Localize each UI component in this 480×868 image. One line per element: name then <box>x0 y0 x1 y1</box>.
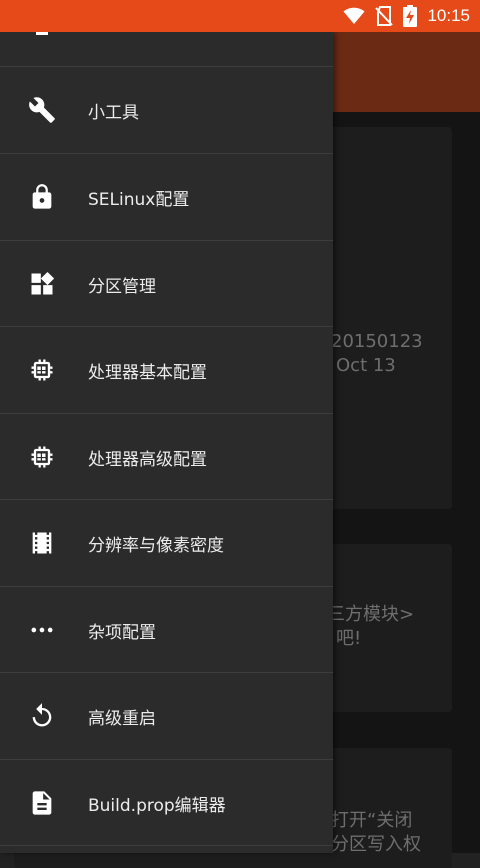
drawer-item-reboot[interactable]: 高级重启 <box>0 673 333 759</box>
wrench-icon <box>28 96 56 124</box>
drawer-item-cpu-basic[interactable]: 处理器基本配置 <box>0 327 333 413</box>
widgets-icon <box>28 270 56 298</box>
card-text-line: 20150123 <box>331 331 423 352</box>
film-icon <box>28 529 56 557</box>
drawer-item-cpu-advanced[interactable]: 处理器高级配置 <box>0 414 333 500</box>
card-text-line: 分区写入权 <box>331 834 421 855</box>
drawer-item-misc[interactable]: 杂项配置 <box>0 587 333 673</box>
drawer-item-partial[interactable] <box>0 32 333 66</box>
chip-icon <box>28 356 56 384</box>
chip-icon <box>28 443 56 471</box>
battery-charging-icon <box>403 5 418 27</box>
card-text-line: 打开“关闭 <box>331 810 413 831</box>
drawer-item-label: 杂项配置 <box>88 622 156 643</box>
drawer-item-partitions[interactable]: 分区管理 <box>0 241 333 327</box>
status-time: 10:15 <box>427 6 470 25</box>
drawer-item-label: 分辨率与像素密度 <box>88 535 224 556</box>
no-sim-icon <box>375 6 394 26</box>
wifi-icon <box>343 7 365 25</box>
drawer-item-label: 处理器高级配置 <box>88 449 207 470</box>
drawer-item-resolution[interactable]: 分辨率与像素密度 <box>0 500 333 586</box>
drawer-item-label: Build.prop编辑器 <box>88 795 226 816</box>
restart-icon <box>28 702 56 730</box>
card-text-line: 三方模块> <box>327 604 415 625</box>
drawer-item-label: SELinux配置 <box>88 189 190 210</box>
drawer-item-label: 处理器基本配置 <box>88 362 207 383</box>
drawer-item-buildprop[interactable]: Build.prop编辑器 <box>0 760 333 846</box>
drawer-item-label: 高级重启 <box>88 708 156 729</box>
drawer-item-tools[interactable]: 小工具 <box>0 67 333 153</box>
status-icons: 10:15 <box>343 0 470 32</box>
card-text-line: Oct 13 <box>336 355 396 376</box>
divider <box>0 845 333 846</box>
drawer-item-selinux[interactable]: SELinux配置 <box>0 154 333 240</box>
document-icon <box>28 789 56 817</box>
card-text-line: 吧! <box>336 628 362 649</box>
navigation-drawer: 小工具 SELinux配置 分区管理 处理器基本配置 处理器高级配置 分辨率与像… <box>0 32 333 853</box>
more-dots-icon <box>28 616 56 644</box>
partial-icon <box>28 32 56 37</box>
lock-icon <box>28 183 56 211</box>
drawer-item-label: 分区管理 <box>88 276 156 297</box>
drawer-item-label: 小工具 <box>88 102 139 123</box>
status-bar: 10:15 <box>0 0 480 32</box>
